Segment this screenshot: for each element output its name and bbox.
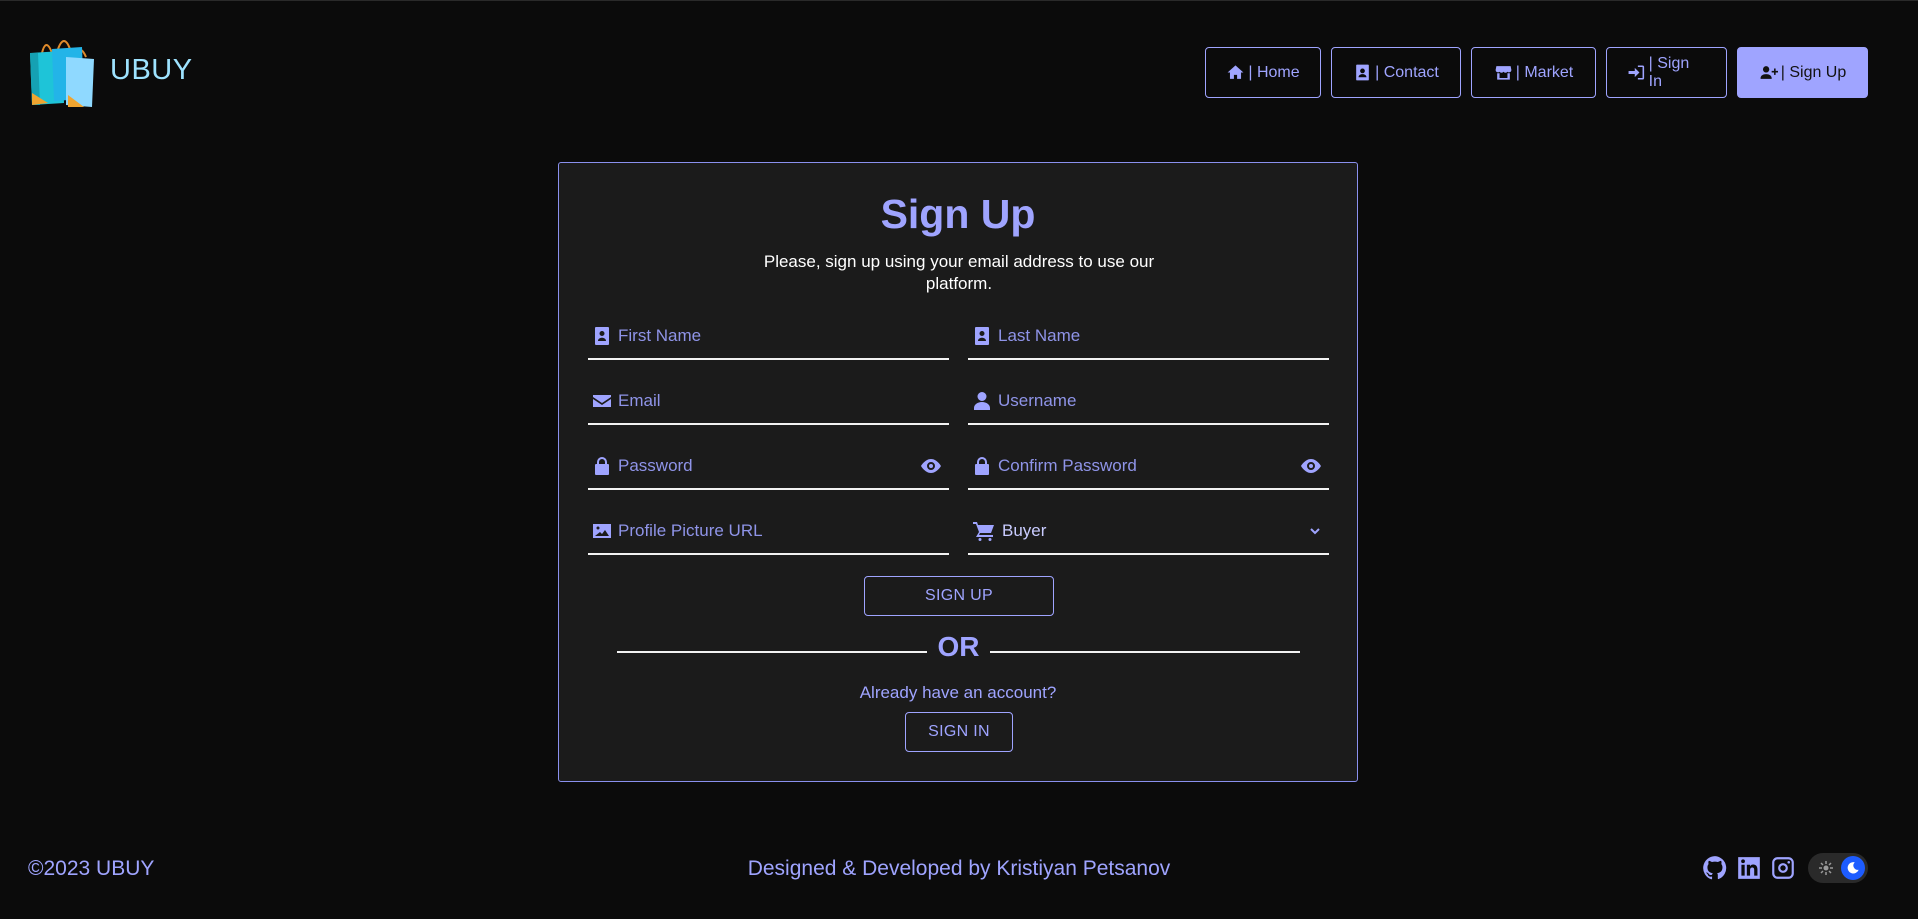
brand-name: UBUY — [110, 54, 193, 86]
last-name-field[interactable] — [968, 314, 1329, 360]
page-subtitle: Please, sign up using your email address… — [763, 252, 1155, 293]
nav-signin-button[interactable]: | Sign In — [1606, 47, 1727, 98]
id-badge-icon — [595, 327, 609, 345]
cart-icon — [973, 522, 994, 541]
top-nav: | Home | Contact | Market | Sign In | Si… — [1205, 47, 1868, 98]
last-name-input[interactable] — [998, 326, 1329, 346]
signin-button[interactable]: SIGN IN — [905, 712, 1013, 752]
nav-contact-button[interactable]: | Contact — [1331, 47, 1461, 98]
signup-submit-button[interactable]: SIGN UP — [864, 576, 1054, 616]
nav-market-button[interactable]: | Market — [1471, 47, 1596, 98]
nav-market-label: | Market — [1515, 63, 1574, 81]
envelope-icon — [593, 395, 611, 407]
lock-icon — [595, 457, 609, 475]
user-icon — [974, 392, 990, 410]
github-icon[interactable] — [1702, 855, 1728, 881]
confirm-password-field[interactable] — [968, 444, 1329, 490]
chevron-down-icon — [1310, 528, 1320, 535]
confirm-password-input[interactable] — [998, 456, 1299, 476]
profile-picture-field[interactable] — [588, 509, 949, 555]
email-input[interactable] — [618, 391, 949, 411]
username-input[interactable] — [998, 391, 1329, 411]
theme-toggle[interactable] — [1808, 853, 1868, 883]
nav-signin-label: | Sign In — [1648, 54, 1690, 90]
first-name-input[interactable] — [618, 326, 949, 346]
nav-contact-label: | Contact — [1375, 63, 1439, 81]
sign-in-icon — [1628, 65, 1645, 80]
contact-card-icon — [1356, 64, 1369, 81]
password-field[interactable] — [588, 444, 949, 490]
or-label: OR — [937, 631, 980, 662]
page-title: Sign Up — [880, 191, 1036, 237]
eye-icon[interactable] — [919, 454, 943, 478]
footer-credit: Designed & Developed by Kristiyan Petsan… — [747, 857, 1171, 880]
divider-line-right — [990, 651, 1300, 653]
footer-social — [1702, 853, 1868, 883]
first-name-field[interactable] — [588, 314, 949, 360]
user-plus-icon — [1760, 66, 1778, 79]
email-field[interactable] — [588, 379, 949, 425]
already-have-account-text: Already have an account? — [859, 683, 1057, 702]
instagram-icon[interactable] — [1770, 855, 1796, 881]
nav-home-label: | Home — [1248, 63, 1300, 81]
or-divider: OR — [617, 631, 1300, 671]
role-select-value: Buyer — [1002, 521, 1047, 540]
nav-signup-label: | Sign Up — [1780, 63, 1847, 81]
store-icon — [1495, 66, 1512, 80]
theme-toggle-knob — [1841, 856, 1865, 880]
nav-signup-button[interactable]: | Sign Up — [1737, 47, 1868, 98]
shopping-bags-icon — [30, 40, 94, 107]
sun-icon — [1819, 861, 1833, 875]
id-badge-icon — [975, 327, 989, 345]
home-icon — [1227, 65, 1244, 79]
eye-icon[interactable] — [1299, 454, 1323, 478]
linkedin-icon[interactable] — [1736, 855, 1762, 881]
image-icon — [593, 524, 611, 538]
brand-logo[interactable]: UBUY — [28, 33, 193, 109]
username-field[interactable] — [968, 379, 1329, 425]
moon-icon — [1847, 862, 1859, 874]
profile-picture-input[interactable] — [618, 521, 949, 541]
nav-home-button[interactable]: | Home — [1205, 47, 1321, 98]
role-select[interactable]: Buyer — [968, 509, 1329, 555]
lock-icon — [975, 457, 989, 475]
password-input[interactable] — [618, 456, 919, 476]
signup-card: Sign Up Please, sign up using your email… — [558, 162, 1358, 782]
